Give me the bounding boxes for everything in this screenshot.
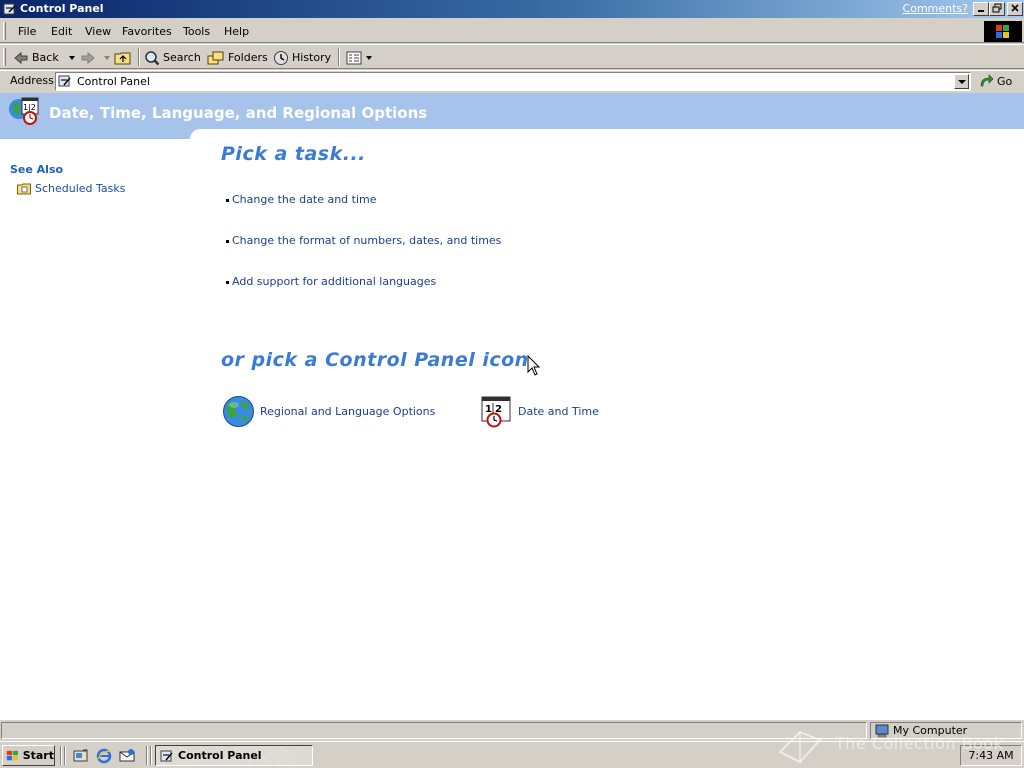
up-folder-icon: [114, 52, 131, 64]
toolbar-grip[interactable]: [3, 48, 6, 66]
banner-tab-curve: [190, 129, 1024, 139]
forward-button[interactable]: [80, 49, 111, 66]
menu-favorites[interactable]: Favorites: [122, 25, 172, 38]
folders-label: Folders: [228, 51, 268, 64]
menubar-grip[interactable]: [3, 22, 6, 40]
views-icon: [346, 51, 362, 64]
svg-text:1|2: 1|2: [23, 103, 36, 112]
mouse-cursor-icon: [527, 355, 541, 376]
taskbar-separator: [64, 746, 66, 765]
menu-help[interactable]: Help: [224, 25, 249, 38]
taskbar-control-panel-button[interactable]: Control Panel: [155, 745, 313, 766]
restore-icon: [992, 3, 1002, 13]
scheduled-tasks-folder-icon: [17, 183, 31, 194]
title-bar: Control Panel Comments?: [0, 0, 1024, 18]
views-button[interactable]: [346, 49, 373, 66]
banner-left-strip: [0, 129, 200, 139]
address-bar: Address Control Panel Go: [0, 70, 1024, 92]
address-value: Control Panel: [77, 75, 150, 88]
task-change-format[interactable]: Change the format of numbers, dates, and…: [226, 234, 501, 247]
show-desktop-icon[interactable]: [73, 748, 89, 764]
watermark-text: The Collection Book: [835, 734, 1004, 753]
date-and-time-label: Date and Time: [518, 405, 599, 418]
taskbar-separator: [60, 746, 62, 765]
search-icon: [145, 50, 160, 65]
folders-icon: [207, 51, 224, 64]
bullet: [226, 280, 229, 284]
views-dropdown-icon: [366, 55, 372, 60]
internet-explorer-icon[interactable]: [96, 748, 112, 764]
back-dropdown-icon[interactable]: [68, 55, 76, 61]
control-panel-icon: [58, 75, 71, 87]
pick-icon-heading: or pick a Control Panel icon: [221, 349, 529, 371]
regional-language-options-label: Regional and Language Options: [260, 405, 436, 418]
address-label: Address: [10, 74, 54, 87]
windows-flag-icon: [6, 750, 18, 760]
search-label: Search: [163, 51, 201, 64]
task-label: Change the format of numbers, dates, and…: [232, 234, 502, 247]
address-dropdown-button[interactable]: [954, 74, 969, 89]
date-time-language-category-icon: 1|2: [9, 97, 39, 125]
taskbar-window-label: Control Panel: [178, 749, 262, 762]
search-button[interactable]: Search: [144, 49, 201, 66]
task-label: Add support for additional languages: [232, 275, 437, 288]
close-button[interactable]: [1007, 2, 1023, 16]
start-label: Start: [22, 749, 54, 762]
bullet: [226, 239, 229, 243]
window-title: Control Panel: [20, 2, 104, 15]
bullet: [226, 198, 229, 202]
history-button[interactable]: History: [273, 49, 331, 66]
see-also-heading: See Also: [10, 163, 64, 176]
category-title: Date, Time, Language, and Regional Optio…: [49, 104, 428, 122]
regional-language-options-item[interactable]: Regional and Language Options: [222, 395, 435, 428]
forward-dropdown-icon[interactable]: [103, 55, 111, 61]
minimize-button[interactable]: [973, 2, 989, 16]
menu-tools[interactable]: Tools: [183, 25, 210, 38]
taskbar-separator: [146, 746, 148, 765]
menu-view[interactable]: View: [85, 25, 111, 38]
task-label: Change the date and time: [232, 193, 377, 206]
date-and-time-item[interactable]: 1 2 Date and Time: [480, 395, 599, 428]
minimize-icon: [978, 10, 984, 12]
back-button[interactable]: Back: [13, 49, 76, 66]
up-folder-button[interactable]: [114, 49, 132, 66]
taskbar-separator: [150, 746, 152, 765]
comments-link[interactable]: Comments?: [903, 2, 968, 15]
go-arrow-icon: [980, 74, 994, 87]
scheduled-tasks-label: Scheduled Tasks: [35, 182, 126, 195]
task-add-languages[interactable]: Add support for additional languages: [226, 275, 436, 288]
control-panel-icon: [160, 750, 173, 761]
forward-arrow-icon: [81, 51, 95, 64]
back-arrow-icon: [14, 51, 28, 64]
windows-logo: [984, 21, 1022, 42]
content-pane: 1|2 Date, Time, Language, and Regional O…: [0, 93, 1024, 720]
see-also-scheduled-tasks[interactable]: Scheduled Tasks: [17, 182, 126, 195]
history-label: History: [292, 51, 332, 64]
folders-button[interactable]: Folders: [207, 49, 268, 66]
pick-task-heading: Pick a task...: [221, 143, 366, 165]
menu-edit[interactable]: Edit: [51, 25, 72, 38]
outlook-express-icon[interactable]: [119, 748, 135, 764]
control-panel-icon: [3, 3, 16, 15]
go-button[interactable]: Go: [978, 74, 1012, 88]
address-input[interactable]: Control Panel: [55, 72, 971, 91]
menu-bar: File Edit View Favorites Tools Help: [0, 19, 1024, 43]
menu-file[interactable]: File: [18, 25, 36, 38]
book-watermark-icon: [778, 730, 822, 764]
restore-button[interactable]: [989, 2, 1005, 16]
close-icon: [1011, 4, 1019, 12]
toolbar-separator: [338, 48, 340, 66]
standard-toolbar: Back Search Folders History: [0, 44, 1024, 69]
start-button[interactable]: Start: [2, 745, 55, 766]
task-change-date-time[interactable]: Change the date and time: [226, 193, 377, 206]
date-time-icon: 1 2: [481, 396, 511, 428]
watermark: The Collection Book: [775, 720, 1024, 768]
status-text-panel: [1, 722, 867, 739]
globe-icon: [223, 396, 254, 427]
history-icon: [274, 50, 288, 65]
toolbar-separator: [138, 48, 140, 66]
windows-flag-icon: [996, 25, 1009, 38]
go-label: Go: [997, 74, 1013, 88]
back-label: Back: [32, 51, 59, 64]
